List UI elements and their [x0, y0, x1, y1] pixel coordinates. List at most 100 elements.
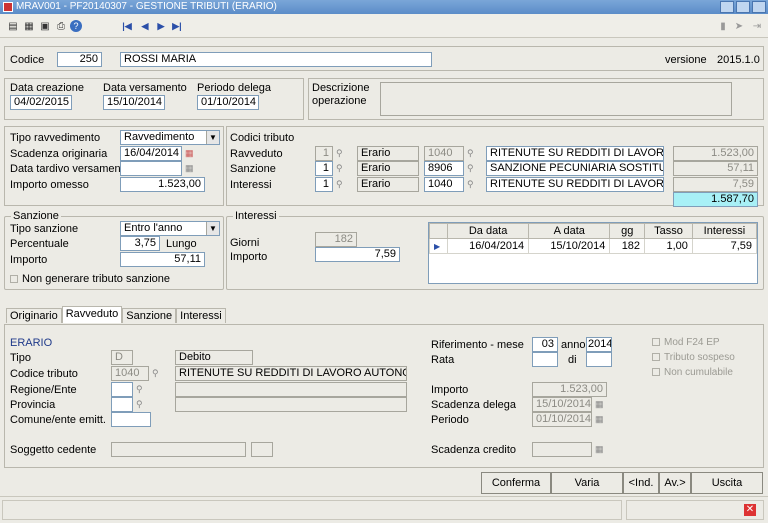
calendar-icon[interactable]: ▦ — [595, 444, 604, 455]
exit-icon[interactable]: ⇥ — [750, 19, 764, 33]
amount-field[interactable]: 1.523,00 — [673, 146, 758, 161]
qty-field[interactable]: 1 — [315, 177, 333, 192]
search-icon[interactable]: ⚲ — [336, 179, 343, 190]
provincia-desc[interactable] — [175, 397, 407, 412]
maximize-button[interactable] — [736, 1, 750, 13]
importo-omesso-field[interactable]: 1.523,00 — [120, 177, 205, 192]
versamento-field[interactable]: 15/10/2014 — [103, 95, 165, 110]
search-icon[interactable]: ⚲ — [152, 368, 159, 379]
giorni-field[interactable]: 182 — [315, 232, 357, 247]
codice-tributo-field[interactable]: 1040 — [111, 366, 149, 381]
importo-sanzione-field[interactable]: 57,11 — [120, 252, 205, 267]
prev-ind-button[interactable]: <Ind. — [623, 472, 659, 494]
regione-field[interactable] — [111, 382, 133, 397]
close-icon[interactable]: ✕ — [744, 504, 756, 516]
amount-field[interactable]: 7,59 — [673, 177, 758, 192]
amount-field[interactable]: 57,11 — [673, 161, 758, 176]
ente-field[interactable]: Erario — [357, 161, 419, 176]
mod-f24-checkbox[interactable]: Mod F24 EP — [652, 337, 720, 348]
save-icon[interactable]: ▤ — [6, 19, 20, 33]
soggetto-code-field[interactable] — [251, 442, 273, 457]
grid-cell[interactable]: 1,00 — [644, 238, 693, 254]
grid-header[interactable]: Interessi — [691, 223, 758, 239]
tipo-sanzione-select[interactable]: Entro l'anno ▼ — [120, 221, 220, 236]
qty-field[interactable]: 1 — [315, 161, 333, 176]
desc-field[interactable]: SANZIONE PECUNIARIA SOSTITUTI DI — [486, 161, 664, 176]
tab-originario[interactable]: Originario — [6, 308, 62, 323]
periodo-field[interactable]: 01/10/2014 — [532, 412, 592, 427]
comune-field[interactable] — [111, 412, 151, 427]
code-field[interactable]: 1040 — [424, 177, 464, 192]
grid-cell[interactable]: 182 — [609, 238, 646, 254]
search-icon[interactable]: ⚲ — [136, 384, 143, 395]
tab-ravveduto[interactable]: Ravveduto — [61, 306, 123, 323]
last-record-icon[interactable]: ▶| — [170, 19, 184, 33]
tab-sanzione[interactable]: Sanzione — [122, 308, 177, 323]
grid-header[interactable]: Da data — [446, 223, 530, 239]
conferma-button[interactable]: Conferma — [481, 472, 551, 494]
tipo-desc-field[interactable]: Debito — [175, 350, 253, 365]
interessi-grid[interactable]: Da data A data gg Tasso Interessi ▶ 16/0… — [428, 222, 758, 284]
code-field[interactable]: 1040 — [424, 146, 464, 161]
search-icon[interactable]: ⚲ — [336, 148, 343, 159]
importo-interessi-field[interactable]: 7,59 — [315, 247, 400, 262]
codice-field[interactable]: 250 — [57, 52, 102, 67]
periodo-delega-field[interactable]: 01/10/2014 — [197, 95, 259, 110]
calendar-icon[interactable]: ▦ — [595, 414, 604, 425]
creazione-field[interactable]: 04/02/2015 — [10, 95, 72, 110]
search-icon[interactable]: ⚲ — [336, 163, 343, 174]
ente-field[interactable]: Erario — [357, 177, 419, 192]
forward-icon[interactable]: ➤ — [732, 19, 746, 33]
print-icon[interactable]: ⎙ — [54, 19, 68, 33]
percentuale-field[interactable]: 3,75 — [120, 236, 160, 251]
prev-record-icon[interactable]: ◀ — [138, 19, 152, 33]
table-row[interactable]: ▶ 16/04/2014 15/10/2014 182 1,00 7,59 — [429, 238, 758, 254]
descrizione-field[interactable] — [380, 82, 732, 116]
grid-cell[interactable]: 16/04/2014 — [446, 238, 530, 254]
rata-field[interactable] — [532, 352, 558, 367]
desc-field[interactable]: RITENUTE SU REDDITI DI LAVORO AUT — [486, 146, 664, 161]
tab-interessi[interactable]: Interessi — [176, 308, 226, 323]
calendar-icon[interactable]: ▦ — [185, 163, 194, 174]
search-icon[interactable]: ⚲ — [136, 399, 143, 410]
varia-button[interactable]: Varia — [551, 472, 623, 494]
anno-field[interactable]: 2014 — [586, 337, 612, 352]
scad-delega-field[interactable]: 15/10/2014 — [532, 397, 592, 412]
grid-cell[interactable]: 15/10/2014 — [528, 238, 611, 254]
search-icon[interactable]: ⚲ — [467, 179, 474, 190]
code-field[interactable]: 8906 — [424, 161, 464, 176]
non-cumulabile-checkbox[interactable]: Non cumulabile — [652, 367, 733, 378]
provincia-field[interactable] — [111, 397, 133, 412]
search-icon[interactable]: ⚲ — [467, 148, 474, 159]
grid-cell[interactable]: 7,59 — [691, 238, 758, 254]
uscita-button[interactable]: Uscita — [691, 472, 763, 494]
search-icon[interactable]: ⚲ — [467, 163, 474, 174]
tributo-sospeso-checkbox[interactable]: Tributo sospeso — [652, 352, 735, 363]
first-record-icon[interactable]: |◀ — [120, 19, 134, 33]
tardivo-field[interactable] — [120, 161, 182, 176]
grid-icon[interactable]: ▦ — [22, 19, 36, 33]
regione-desc[interactable] — [175, 382, 407, 397]
name-field[interactable]: ROSSI MARIA — [120, 52, 432, 67]
tipo-ravv-select[interactable]: Ravvedimento ▼ — [120, 130, 220, 145]
importo-field[interactable]: 1.523,00 — [532, 382, 607, 397]
close-window-button[interactable] — [752, 1, 766, 13]
calendar-icon[interactable]: ▦ — [185, 148, 194, 159]
next-record-icon[interactable]: ▶ — [154, 19, 168, 33]
tipo-code-field[interactable]: D — [111, 350, 133, 365]
scad-credito-field[interactable] — [532, 442, 592, 457]
grid-header[interactable]: A data — [528, 223, 611, 239]
calendar-icon[interactable]: ▦ — [595, 399, 604, 410]
rata-di-field[interactable] — [586, 352, 612, 367]
ente-field[interactable]: Erario — [357, 146, 419, 161]
desc-field[interactable]: RITENUTE SU REDDITI DI LAVORO AUT — [486, 177, 664, 192]
next-av-button[interactable]: Av.> — [659, 472, 691, 494]
codice-tributo-desc[interactable]: RITENUTE SU REDDITI DI LAVORO AUTONOMO C… — [175, 366, 407, 381]
grid-header[interactable]: Tasso — [644, 223, 693, 239]
no-gen-checkbox[interactable]: Non generare tributo sanzione — [10, 273, 170, 285]
clipboard-icon[interactable]: ▣ — [38, 19, 52, 33]
scadenza-field[interactable]: 16/04/2014 — [120, 146, 182, 161]
soggetto-field[interactable] — [111, 442, 246, 457]
qty-field[interactable]: 1 — [315, 146, 333, 161]
rif-mese-field[interactable]: 03 — [532, 337, 558, 352]
